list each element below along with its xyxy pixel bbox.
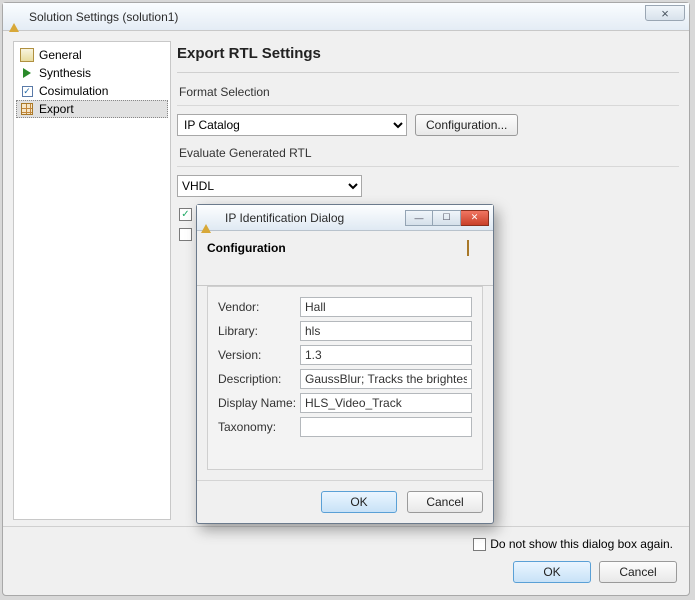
- dont-show-label: Do not show this dialog box again.: [490, 537, 673, 551]
- maximize-button[interactable]: ☐: [433, 210, 461, 226]
- library-label: Library:: [218, 324, 300, 338]
- configuration-button[interactable]: Configuration...: [415, 114, 518, 136]
- nav-item-general[interactable]: General: [16, 46, 168, 64]
- display-name-label: Display Name:: [218, 396, 300, 410]
- eval-select[interactable]: VHDL: [177, 175, 362, 197]
- ip-identification-dialog: IP Identification Dialog — ☐ ✕ Configura…: [196, 204, 494, 524]
- titlebar: Solution Settings (solution1) ×: [3, 3, 689, 31]
- vendor-label: Vendor:: [218, 300, 300, 314]
- check-icon: ✓: [20, 84, 34, 98]
- vivado-pnr-checkbox[interactable]: [179, 228, 192, 241]
- dialog-window-buttons: — ☐ ✕: [405, 210, 489, 226]
- form-panel: Vendor: Library: Version: Description: D…: [207, 286, 483, 470]
- format-select[interactable]: IP Catalog: [177, 114, 407, 136]
- version-input[interactable]: [300, 345, 472, 365]
- page-heading: Export RTL Settings: [177, 45, 679, 62]
- cancel-button[interactable]: Cancel: [599, 561, 677, 583]
- dont-show-checkbox[interactable]: [473, 538, 486, 551]
- nav-item-synthesis[interactable]: Synthesis: [16, 64, 168, 82]
- eval-section-label: Evaluate Generated RTL: [179, 146, 679, 160]
- taxonomy-input[interactable]: [300, 417, 472, 437]
- format-section-label: Format Selection: [179, 85, 679, 99]
- nav-item-export[interactable]: Export: [16, 100, 168, 118]
- divider: [177, 166, 679, 167]
- heading-divider: [177, 72, 679, 73]
- display-name-input[interactable]: [300, 393, 472, 413]
- version-label: Version:: [218, 348, 300, 362]
- ok-button[interactable]: OK: [513, 561, 591, 583]
- description-label: Description:: [218, 372, 300, 386]
- nav-label: Synthesis: [39, 66, 91, 80]
- dialog-titlebar: IP Identification Dialog — ☐ ✕: [197, 205, 493, 231]
- vendor-input[interactable]: [300, 297, 472, 317]
- nav-item-cosimulation[interactable]: ✓ Cosimulation: [16, 82, 168, 100]
- description-input[interactable]: [300, 369, 472, 389]
- close-icon: ×: [661, 7, 669, 20]
- library-input[interactable]: [300, 321, 472, 341]
- play-icon: [20, 66, 34, 80]
- grid-icon: [20, 102, 34, 116]
- app-icon: [201, 211, 215, 225]
- grid-icon: [467, 241, 483, 257]
- nav-tree: General Synthesis ✓ Cosimulation Export: [13, 41, 171, 520]
- nav-label: Cosimulation: [39, 84, 108, 98]
- window-title: Solution Settings (solution1): [29, 10, 178, 24]
- dialog-cancel-button[interactable]: Cancel: [407, 491, 483, 513]
- dialog-footer: OK Cancel: [197, 480, 493, 523]
- app-icon: [9, 10, 23, 24]
- window-footer: Do not show this dialog box again. OK Ca…: [3, 526, 689, 595]
- minimize-button[interactable]: —: [405, 210, 433, 226]
- dialog-heading: Configuration: [207, 241, 483, 255]
- vivado-synthesis-checkbox[interactable]: ✓: [179, 208, 192, 221]
- dialog-title: IP Identification Dialog: [225, 211, 401, 225]
- window-close-button[interactable]: ×: [645, 5, 685, 21]
- taxonomy-label: Taxonomy:: [218, 420, 300, 434]
- dialog-body: Configuration Vendor: Library: Version: …: [197, 231, 493, 480]
- nav-label: General: [39, 48, 82, 62]
- nav-label: Export: [39, 102, 74, 116]
- dialog-ok-button[interactable]: OK: [321, 491, 397, 513]
- close-button[interactable]: ✕: [461, 210, 489, 226]
- divider: [177, 105, 679, 106]
- page-icon: [20, 48, 34, 62]
